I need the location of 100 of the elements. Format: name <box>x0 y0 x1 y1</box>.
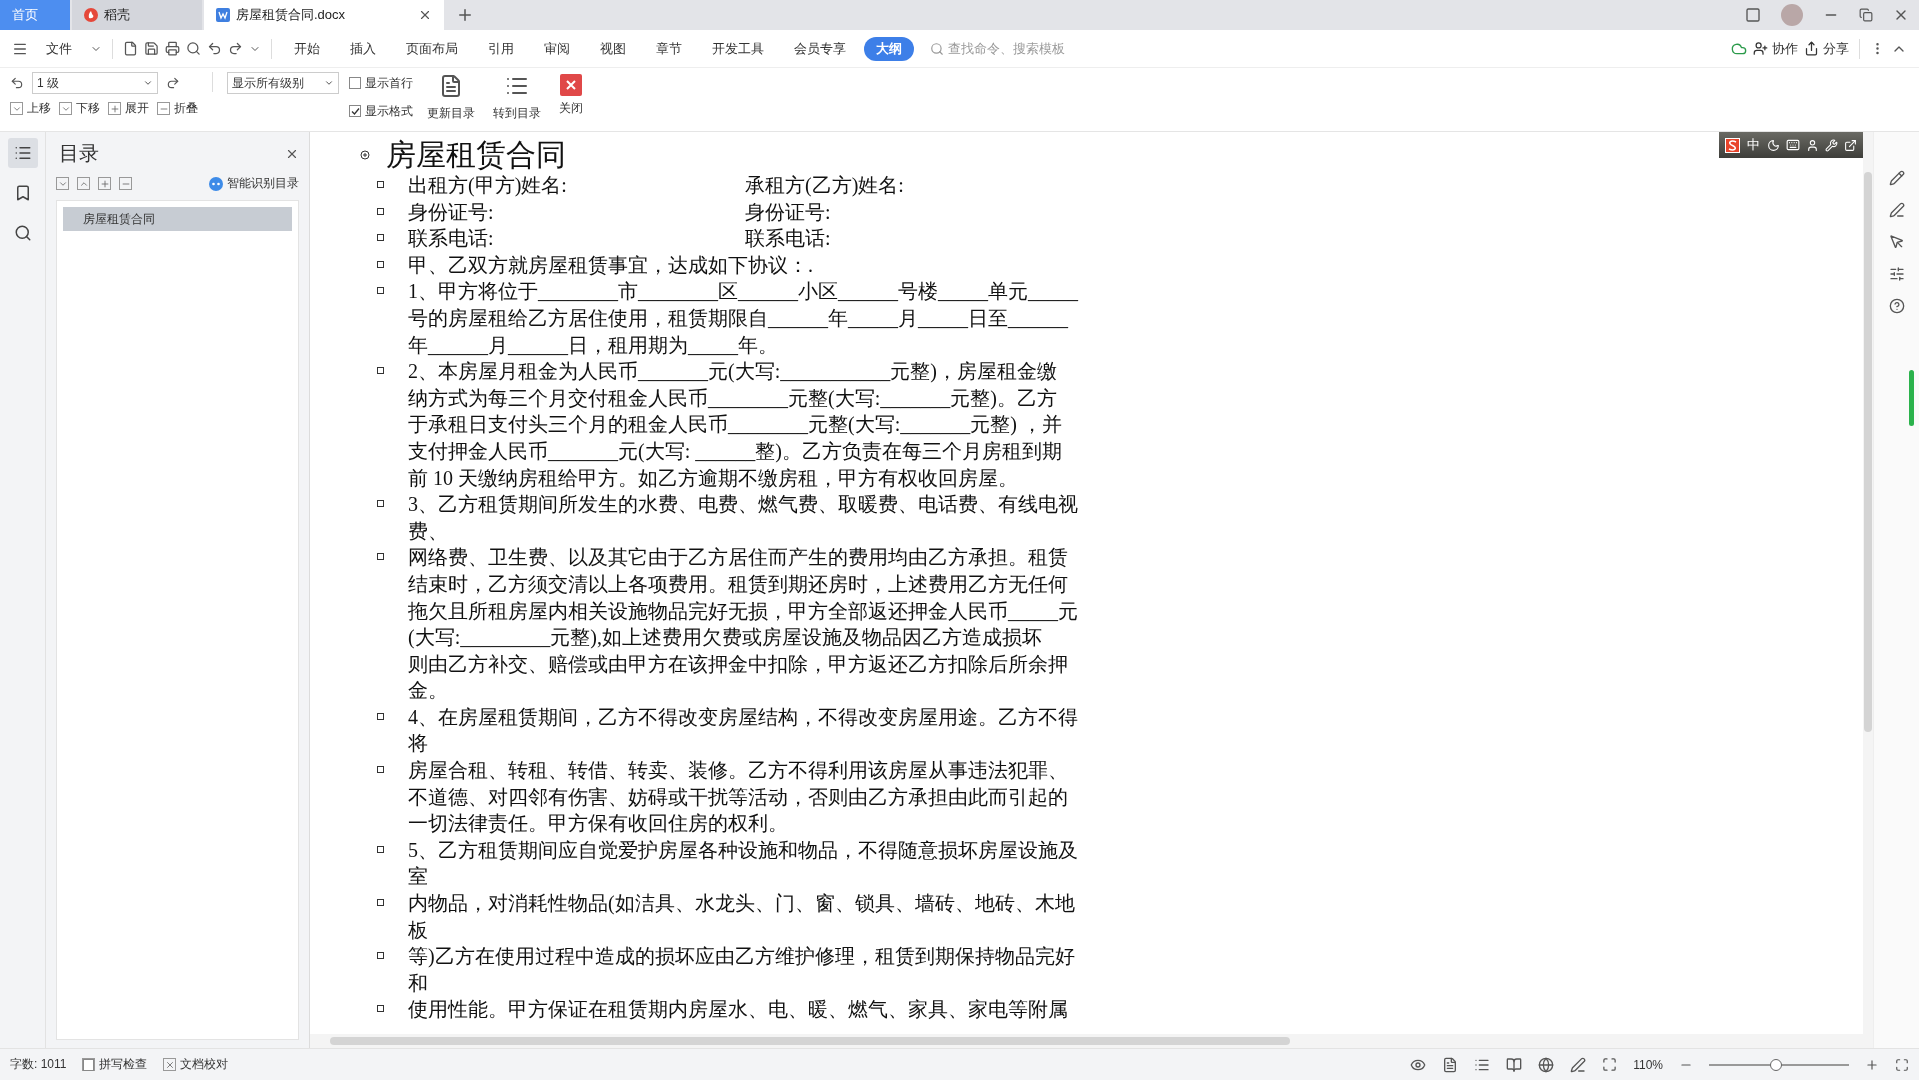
toolbar-button[interactable]: 关闭 <box>555 72 587 119</box>
show-level-select[interactable]: 显示所有级别 <box>227 72 339 94</box>
bullet-icon <box>377 899 384 907</box>
horizontal-scrollbar[interactable] <box>310 1034 1873 1048</box>
caret-icon <box>324 78 334 88</box>
smart-toc-button[interactable]: 智能识别目录 <box>209 175 299 192</box>
printer-icon[interactable] <box>165 41 180 56</box>
form-label: 联系电话: <box>745 226 832 252</box>
chevron-up-icon[interactable] <box>77 177 90 190</box>
new-file-icon[interactable] <box>123 41 138 56</box>
moon-icon[interactable] <box>1767 138 1780 152</box>
menu-tab[interactable]: 会员专享 <box>782 36 858 61</box>
paragraph-line: 于承租日支付头三个月的租金人民币________元整(大写:_______元整) ，并 <box>408 412 1062 438</box>
panel-title: 目录 <box>58 141 99 166</box>
outline-button[interactable]: 折叠 <box>157 100 198 117</box>
zoom-in-icon[interactable] <box>1865 1057 1879 1072</box>
file-menu[interactable]: 文件 <box>34 36 84 61</box>
save-icon[interactable] <box>144 41 159 56</box>
checkbox[interactable] <box>349 77 361 89</box>
ime-logo-icon <box>1725 137 1740 153</box>
outline-button[interactable]: 上移 <box>10 100 51 117</box>
share-button[interactable]: 分享 <box>1804 39 1849 58</box>
paragraph-line: 年______月______日，租用期为_____年。 <box>408 332 779 358</box>
add-user-icon <box>1753 41 1768 56</box>
menu-tab[interactable]: 章节 <box>644 36 694 61</box>
demote-icon[interactable] <box>166 76 180 90</box>
progress-indicator <box>1909 370 1914 426</box>
menu-tab[interactable]: 视图 <box>588 36 638 61</box>
bullet-icon <box>377 553 384 561</box>
robot-icon <box>209 176 223 191</box>
collaborate-button[interactable]: 协作 <box>1753 39 1798 58</box>
user-icon[interactable] <box>1806 138 1819 152</box>
close-icon <box>560 74 582 96</box>
level-select[interactable]: 1 级 <box>32 72 158 94</box>
paragraph-line: 则由乙方补交、赔偿或由甲方在该押金中扣除，甲方返还乙方扣除后所余押 <box>408 651 1069 677</box>
tab[interactable]: 稻壳 <box>72 0 202 30</box>
share-icon <box>1804 41 1819 56</box>
status-button[interactable]: 文档校对 <box>163 1056 229 1073</box>
bullet-icon <box>377 766 384 774</box>
redo-icon[interactable] <box>228 41 243 56</box>
slider-thumb[interactable] <box>1770 1058 1783 1071</box>
wrench-icon[interactable] <box>1825 138 1838 152</box>
bullet-icon <box>377 952 384 960</box>
plus-icon[interactable] <box>98 177 111 190</box>
chevron-down-icon[interactable] <box>56 177 69 190</box>
menu-tab[interactable]: 大纲 <box>864 36 914 61</box>
globe-icon[interactable] <box>1538 1056 1555 1073</box>
outline-item[interactable]: 房屋租赁合同 <box>63 207 292 231</box>
menu-tab[interactable]: 开始 <box>282 36 332 61</box>
pen-icon[interactable] <box>1570 1056 1587 1073</box>
search-icon <box>930 41 944 56</box>
close-icon[interactable] <box>418 8 432 22</box>
chevron-down-icon <box>59 102 72 115</box>
menu-tab[interactable]: 页面布局 <box>394 36 470 61</box>
bullet-icon <box>377 181 384 188</box>
menu-tab[interactable]: 引用 <box>476 36 526 61</box>
menu-tab[interactable]: 开发工具 <box>700 36 776 61</box>
paragraph-line: 和 <box>408 970 429 996</box>
ime-mode[interactable]: 中 <box>1746 136 1761 154</box>
tab[interactable]: 房屋租赁合同.docx <box>204 0 444 30</box>
fit-icon[interactable] <box>1602 1057 1618 1072</box>
sliders-icon[interactable] <box>1888 266 1905 282</box>
promote-icon[interactable] <box>10 76 24 90</box>
external-link-icon[interactable] <box>1844 138 1857 152</box>
paragraph-line: 费、 <box>408 518 449 544</box>
menu-tab[interactable]: 审阅 <box>532 36 582 61</box>
paragraph-line: 不道德、对四邻有伤害、妨碍或干扰等活动，否则由乙方承担由此而引起的 <box>408 784 1068 810</box>
outline-icon[interactable] <box>7 138 38 168</box>
search-icon[interactable] <box>186 41 201 56</box>
vertical-scrollbar[interactable] <box>1863 132 1873 1034</box>
checkbox-label[interactable]: 显示首行 <box>365 74 413 92</box>
pen-icon[interactable] <box>1888 202 1905 218</box>
outline-button[interactable]: 展开 <box>108 100 149 117</box>
paragraph-line: 3、乙方租赁期间所发生的水费、电费、燃气费、取暖费、电话费、有线电视 <box>408 492 1078 518</box>
paragraph-line: 网络费、卫生费、以及其它由于乙方居住而产生的费用均由乙方承担。租赁 <box>408 545 1069 571</box>
bullet-icon <box>377 260 384 268</box>
menu-tab[interactable]: 插入 <box>338 36 388 61</box>
fullscreen-icon[interactable] <box>1895 1057 1909 1072</box>
book-icon[interactable] <box>1506 1056 1523 1073</box>
outline-button[interactable]: 下移 <box>59 100 100 117</box>
checkbox-label[interactable]: 显示格式 <box>365 102 413 120</box>
x-box-icon <box>163 1058 177 1071</box>
zoom-level[interactable]: 110% <box>1633 1057 1663 1072</box>
status-button[interactable]: 拼写检查 <box>82 1056 148 1073</box>
form-label: 身份证号: <box>408 199 495 225</box>
form-label: 身份证号: <box>745 199 832 225</box>
undo-icon[interactable] <box>207 41 222 56</box>
paragraph-line: 前 10 天缴纳房租给甲方。如乙方逾期不缴房租，甲方有权收回房屋。 <box>408 465 1019 491</box>
minus-icon[interactable] <box>119 177 132 190</box>
checkbox[interactable] <box>349 105 361 117</box>
help-icon[interactable] <box>1888 298 1905 314</box>
keyboard-icon[interactable] <box>1786 138 1800 152</box>
toolbar-button[interactable]: 更新目录 <box>423 72 479 124</box>
page-view-icon[interactable] <box>1442 1056 1459 1073</box>
paragraph-line: 室 <box>408 864 429 890</box>
expand-icon[interactable] <box>360 150 370 160</box>
caret-icon <box>143 78 153 88</box>
pencil-icon[interactable] <box>1888 170 1905 186</box>
toolbar-button[interactable]: 转到目录 <box>489 72 545 124</box>
pointer-icon[interactable] <box>1888 234 1905 250</box>
